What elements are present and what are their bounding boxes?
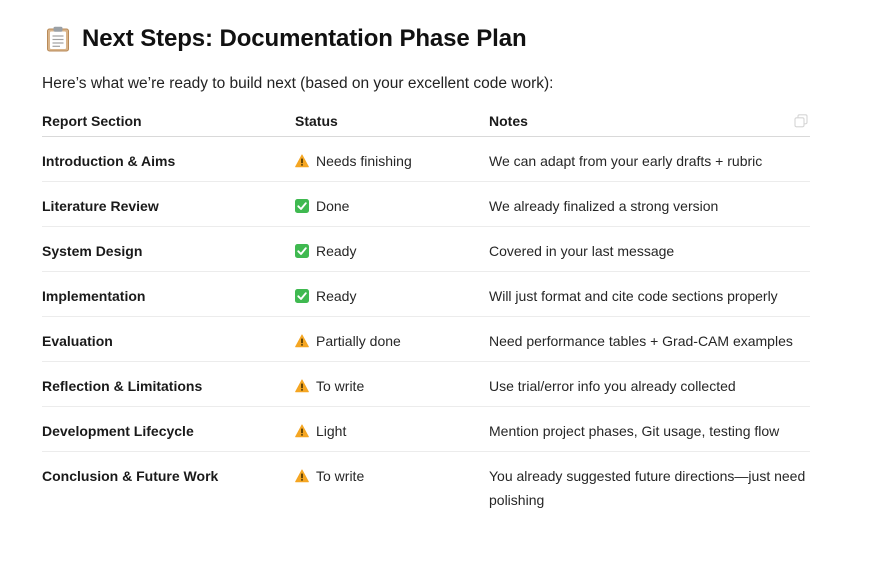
status-cell: Needs finishing <box>295 136 489 182</box>
status-cell: To write <box>295 452 489 513</box>
status-cell: Partially done <box>295 316 489 362</box>
report-section-cell: Evaluation <box>42 316 295 362</box>
report-section-cell: Implementation <box>42 271 295 317</box>
table-row: Literature Review Done We already finalize… <box>42 181 810 227</box>
warning-icon <box>295 154 309 168</box>
status-label: To write <box>316 468 365 484</box>
table-row: Introduction & Aims Needs finishing We can… <box>42 136 810 182</box>
table-row: Implementation Ready Will just format and … <box>42 271 810 317</box>
table-row: Evaluation Partially done Need performance… <box>42 316 810 362</box>
notes-cell: Covered in your last message <box>489 226 810 272</box>
status-label: Done <box>316 198 350 214</box>
check-icon <box>295 244 309 258</box>
notes-cell: Will just format and cite code sections … <box>489 271 810 317</box>
warning-icon <box>295 424 309 438</box>
message-content: Next Steps: Documentation Phase Plan Her… <box>42 0 810 508</box>
status-label: Ready <box>316 288 357 304</box>
status-cell: Light <box>295 406 489 452</box>
check-icon <box>295 199 309 213</box>
column-header-notes: Notes <box>489 106 810 137</box>
status-cell: Ready <box>295 271 489 317</box>
plan-table: Report Section Status Notes Introduction… <box>42 106 810 512</box>
status-cell: Ready <box>295 226 489 272</box>
status-label: Partially done <box>316 333 401 349</box>
copy-icon[interactable] <box>794 114 808 128</box>
column-header-section: Report Section <box>42 106 295 137</box>
warning-icon <box>295 334 309 348</box>
status-cell: Done <box>295 181 489 227</box>
warning-icon <box>295 469 309 483</box>
status-label: Light <box>316 423 347 439</box>
column-header-status: Status <box>295 106 489 137</box>
section-heading: Next Steps: Documentation Phase Plan <box>46 21 810 57</box>
report-section-cell: System Design <box>42 226 295 272</box>
report-section-cell: Conclusion & Future Work <box>42 468 219 484</box>
report-section-cell: Development Lifecycle <box>42 406 295 452</box>
warning-icon <box>295 379 309 393</box>
table-body: Introduction & Aims Needs finishing We can… <box>42 136 810 513</box>
intro-text: Here’s what we’re ready to build next (b… <box>42 75 554 92</box>
table-header-row: Report Section Status Notes <box>42 106 810 137</box>
status-label: Ready <box>316 243 357 259</box>
column-header-notes-label: Notes <box>489 113 528 129</box>
clipboard-icon <box>47 26 69 52</box>
notes-cell: Mention project phases, Git usage, testi… <box>489 406 810 452</box>
report-section-cell: Introduction & Aims <box>42 136 295 182</box>
status-label: Needs finishing <box>316 153 412 169</box>
notes-cell: We can adapt from your early drafts + ru… <box>489 136 810 182</box>
table-row: Reflection & Limitations To write Use tria… <box>42 361 810 407</box>
status-cell: To write <box>295 361 489 407</box>
table-row: Development Lifecycle Light Mention projec… <box>42 406 810 452</box>
notes-cell: We already finalized a strong version <box>489 181 810 227</box>
page-title: Next Steps: Documentation Phase Plan <box>82 25 527 52</box>
notes-cell: Need performance tables + Grad-CAM examp… <box>489 316 810 362</box>
table-row: System Design Ready Covered in your last m… <box>42 226 810 272</box>
report-section-cell: Reflection & Limitations <box>42 361 295 407</box>
notes-cell: You already suggested future directions—… <box>489 468 806 508</box>
notes-cell: Use trial/error info you already collect… <box>489 361 810 407</box>
status-label: To write <box>316 378 365 394</box>
check-icon <box>295 289 309 303</box>
report-section-cell: Literature Review <box>42 181 295 227</box>
table-row: Conclusion & Future Work To write You alre… <box>42 452 810 513</box>
